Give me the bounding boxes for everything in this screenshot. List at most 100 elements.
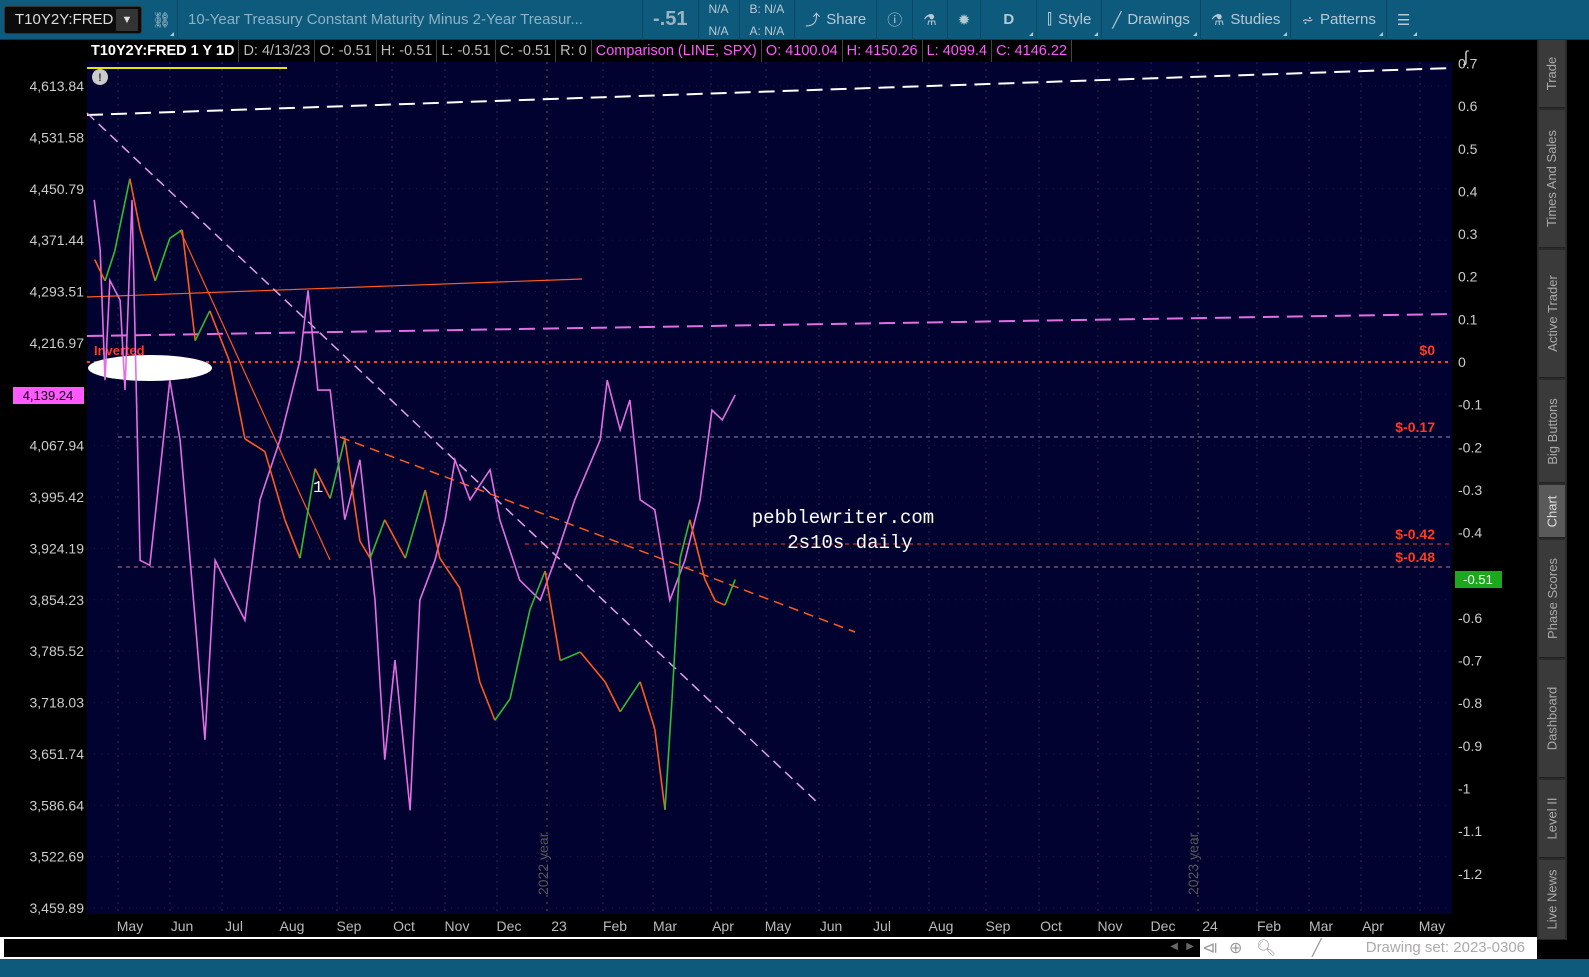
pencil-icon[interactable]: ╱ [1312, 938, 1322, 958]
bid: B: N/A [750, 1, 785, 17]
left-tick-label: 4,216.97 [30, 335, 85, 351]
left-tick-label: 3,651.74 [30, 746, 85, 762]
x-tick-label: Aug [280, 918, 305, 934]
wave-label: 1 [313, 479, 323, 498]
drawings-button[interactable]: ╱Drawings [1102, 0, 1201, 40]
side-tab-big-buttons[interactable]: Big Buttons [1539, 380, 1565, 483]
side-tab-live-news[interactable]: Live News [1539, 860, 1565, 940]
link-icon[interactable]: ⛓ [146, 0, 178, 40]
symbol-text: T10Y2Y:FRED [15, 11, 113, 28]
patterns-button[interactable]: ⩫Patterns [1291, 0, 1386, 40]
symbol-selector[interactable]: T10Y2Y:FRED▼ [4, 6, 142, 34]
x-tick-label: May [1419, 918, 1445, 934]
left-tick-label: 4,613.84 [30, 78, 85, 94]
left-tick-label: 4,531.58 [30, 129, 85, 145]
x-tick-label: Dec [1151, 918, 1176, 934]
right-tick-label: 0.6 [1458, 98, 1478, 114]
chart-scrollbar[interactable]: ◀▶ [4, 939, 1200, 957]
side-tab-active-trader[interactable]: Active Trader [1539, 250, 1565, 378]
right-tick-label: -1.1 [1458, 823, 1482, 839]
studies-button[interactable]: ⚗ Studies [1201, 0, 1292, 40]
side-tab-label: Phase Scores [1545, 558, 1560, 639]
x-tick-label: Nov [445, 918, 470, 934]
side-tab-label: Times And Sales [1545, 130, 1560, 227]
left-tick-label: 4,371.44 [30, 232, 85, 248]
watermark-title: 2s10s daily [787, 532, 912, 554]
time-axis[interactable]: MayJunJulAugSepOctNovDec23FebMarAprMayJu… [117, 918, 1445, 934]
right-tick-label: -0.2 [1458, 439, 1482, 455]
style-label: Style [1058, 11, 1091, 28]
share-label: Share [826, 11, 866, 28]
bottom-bar: ◀▶ ⧏ ⊕ 🔍︎ ╱ Drawing set: 2023-0306 [0, 937, 1537, 959]
side-tab-chart[interactable]: Chart [1539, 485, 1565, 538]
na-1: N/A [709, 1, 729, 17]
info-button[interactable]: ⓘ [877, 0, 913, 40]
menu-button[interactable]: ☰ [1387, 0, 1420, 40]
flask-icon: ⚗ [1211, 11, 1224, 29]
right-tick-label: 0.2 [1458, 269, 1478, 285]
expand-icon[interactable]: ⧏ [1202, 938, 1218, 958]
side-tab-level-ii[interactable]: Level II [1539, 780, 1565, 858]
side-tab-trade[interactable]: Trade [1539, 40, 1565, 108]
right-tick-label: -0.9 [1458, 738, 1482, 754]
right-axis[interactable]: 0.70.60.50.40.30.20.10-0.1-0.2-0.3-0.4-0… [1458, 55, 1482, 881]
drawing-set-selector[interactable]: Drawing set: 2023-0306 [1366, 939, 1525, 956]
left-tick-label: 3,459.89 [30, 900, 85, 916]
x-tick-label: Mar [653, 918, 677, 934]
left-tick-label: 3,924.19 [30, 540, 85, 556]
right-tick-label: -0.3 [1458, 482, 1482, 498]
pencil-line-icon: ╱ [1112, 11, 1121, 29]
right-tick-label: -0.8 [1458, 695, 1482, 711]
x-tick-label: Sep [337, 918, 362, 934]
settings-button[interactable]: ✹ [948, 0, 982, 40]
x-tick-label: Oct [1040, 918, 1062, 934]
left-tick-label: 4,293.51 [30, 284, 85, 300]
period-button[interactable]: D [981, 0, 1037, 40]
year-2022-label: 2022 year [535, 832, 551, 895]
scroll-left-icon[interactable]: ◀ [1170, 941, 1178, 952]
share-button[interactable]: ⤴ Share [795, 0, 877, 40]
side-tab-dashboard[interactable]: Dashboard [1539, 660, 1565, 778]
zoom-icon[interactable]: 🔍︎ [1256, 938, 1276, 958]
period-label: D [1003, 11, 1014, 28]
last-price: -.51 [643, 0, 698, 40]
side-tab-times-and-sales[interactable]: Times And Sales [1539, 110, 1565, 248]
side-tabs: Trade Times And Sales Active Trader Big But… [1537, 40, 1567, 940]
side-tab-label: Live News [1545, 870, 1560, 930]
side-tab-label: Active Trader [1545, 275, 1560, 352]
chevron-down-icon[interactable]: ▼ [116, 9, 138, 31]
x-tick-label: Jul [873, 918, 891, 934]
share-icon: ⤴ [805, 9, 820, 30]
style-button[interactable]: ⫿ Style [1037, 0, 1102, 40]
x-tick-label: May [117, 918, 143, 934]
x-tick-label: Apr [712, 918, 734, 934]
watermark-site: pebblewriter.com [752, 507, 934, 529]
plot-area[interactable] [87, 62, 1452, 914]
year-2023-label: 2023 year [1185, 832, 1201, 895]
left-tick-label: 4,450.79 [30, 181, 85, 197]
candle-icon: ⫿ [1047, 11, 1052, 28]
left-tick-label: 4,067.94 [30, 438, 85, 454]
crosshair-icon[interactable]: ⊕ [1229, 938, 1242, 958]
flask-button[interactable]: ⚗ [913, 0, 947, 40]
chart[interactable]: ! $0 $-0.17 $-0.42 $-0.48 Inverted 1 peb… [0, 40, 1537, 937]
gear-icon: ✹ [958, 11, 971, 29]
left-tick-label: 3,522.69 [30, 849, 85, 865]
side-tab-phase-scores[interactable]: Phase Scores [1539, 540, 1565, 658]
list-icon: ☰ [1397, 11, 1410, 29]
right-tick-label: -0.7 [1458, 653, 1482, 669]
left-axis[interactable]: 4,613.84 4,531.58 4,450.79 4,371.44 4,293.51… [30, 78, 85, 916]
right-tick-label: 0.5 [1458, 141, 1478, 157]
x-tick-label: Nov [1098, 918, 1123, 934]
na-values: N/AN/A [699, 0, 740, 40]
studies-label: Studies [1230, 11, 1280, 28]
toolbar: T10Y2Y:FRED▼ ⛓ 10-Year Treasury Constant… [0, 0, 1589, 40]
right-tick-label: -1 [1458, 781, 1471, 797]
side-tab-label: Dashboard [1545, 687, 1560, 751]
spx-price-badge-text: 4,139.24 [23, 388, 74, 403]
scroll-right-icon[interactable]: ▶ [1186, 941, 1194, 952]
right-tick-label: 0.1 [1458, 311, 1478, 327]
left-tick-label: 3,995.42 [30, 489, 85, 505]
side-tab-label: Big Buttons [1545, 398, 1560, 465]
x-tick-label: Jun [171, 918, 194, 934]
